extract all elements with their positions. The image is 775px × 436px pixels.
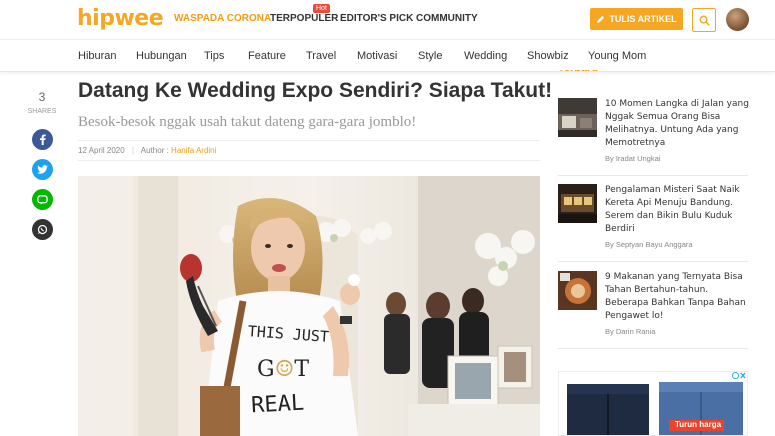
train-thumbnail (558, 184, 597, 223)
category-motivasi[interactable]: Motivasi (357, 50, 397, 62)
svg-text:G☺T: G☺T (257, 357, 309, 382)
sidebar-byline-1: By Iradat Ungkai (605, 154, 661, 163)
meta-divider-bottom (78, 160, 540, 161)
sidebar-byline-3: By Darin Rania (605, 327, 656, 336)
whatsapp-share-button[interactable] (32, 219, 53, 240)
sidebar-divider-3 (558, 348, 748, 349)
nav-editors-pick[interactable]: EDITOR'S PICK (340, 13, 413, 24)
share-label: SHARES (27, 108, 57, 115)
street-thumbnail (558, 98, 597, 137)
sidebar-thumbnail-2[interactable] (558, 184, 597, 223)
pencil-icon (597, 15, 605, 23)
meta-separator: | (131, 146, 135, 155)
user-avatar[interactable] (726, 8, 749, 31)
sidebar-byline-2: By Septyan Bayu Anggara (605, 240, 693, 249)
sidebar-article-title-3[interactable]: 9 Makanan yang Ternyata Bisa Tahan Berta… (605, 271, 750, 323)
meta-divider-top (78, 140, 540, 141)
ad-close-icon[interactable] (732, 371, 746, 382)
sidebar-article-2[interactable]: Pengalaman Misteri Saat Naik Kereta Api … (558, 184, 748, 256)
category-hubungan[interactable]: Hubungan (136, 50, 187, 62)
category-nav: Hiburan Hubungan Tips Feature Travel Mot… (0, 40, 775, 72)
category-young-mom[interactable]: Young Mom (588, 50, 646, 62)
hero-photo: THIS JUST G☺T REAL (78, 176, 540, 436)
sidebar-article-1[interactable]: 10 Momen Langka di Jalan yang Nggak Semu… (558, 98, 750, 170)
hot-badge: Hot (313, 4, 330, 13)
article-hero-image: THIS JUST G☺T REAL (78, 176, 540, 436)
category-wedding[interactable]: Wedding (464, 50, 507, 62)
line-icon (37, 194, 48, 205)
sidebar-divider-1 (558, 175, 748, 176)
article-subtitle: Besok-besok nggak usah takut dateng gara… (78, 114, 417, 130)
nav-community[interactable]: COMMUNITY (416, 13, 478, 24)
article-meta: 12 April 2020 | Author : Hanifa Ardini (78, 146, 216, 155)
article-title: Datang Ke Wedding Expo Sendiri? Siapa Ta… (78, 79, 553, 102)
category-feature[interactable]: Feature (248, 50, 286, 62)
nav-waspada-corona[interactable]: WASPADA CORONA (174, 13, 271, 24)
twitter-icon (37, 165, 48, 174)
facebook-icon (40, 134, 46, 145)
line-share-button[interactable] (32, 189, 53, 210)
sidebar-ad[interactable]: Turun harga (558, 371, 748, 436)
author-label: Author : (140, 146, 169, 155)
sidebar-divider-2 (558, 261, 748, 262)
svg-text:REAL: REAL (251, 391, 305, 419)
adchoices-icon (732, 372, 746, 379)
sidebar-thumbnail-1[interactable] (558, 98, 597, 137)
twitter-share-button[interactable] (32, 159, 53, 180)
share-count: 3 (38, 90, 46, 104)
category-travel[interactable]: Travel (306, 50, 336, 62)
sidebar-thumbnail-3[interactable] (558, 271, 597, 310)
site-logo[interactable]: hipwee (77, 6, 164, 31)
article-author[interactable]: Hanifa Ardini (171, 146, 216, 155)
sidebar-article-title-1[interactable]: 10 Momen Langka di Jalan yang Nggak Semu… (605, 98, 750, 150)
ad-price-label: Turun harga (675, 420, 722, 429)
write-article-label: TULIS ARTIKEL (609, 14, 677, 24)
nav-terpopuler[interactable]: TERPOPULER (270, 13, 338, 24)
article-date: 12 April 2020 (78, 146, 125, 155)
top-header: hipwee WASPADA CORONA TERPOPULER Hot EDI… (0, 0, 775, 40)
food-thumbnail (558, 271, 597, 310)
sidebar-article-title-2[interactable]: Pengalaman Misteri Saat Naik Kereta Api … (605, 184, 750, 236)
category-style[interactable]: Style (418, 50, 442, 62)
search-button[interactable] (692, 8, 716, 32)
whatsapp-icon (37, 224, 48, 235)
write-article-button[interactable]: TULIS ARTIKEL (590, 8, 683, 30)
facebook-share-button[interactable] (32, 129, 53, 150)
category-showbiz[interactable]: Showbiz (527, 50, 569, 62)
search-icon (699, 15, 710, 26)
sidebar-article-3[interactable]: 9 Makanan yang Ternyata Bisa Tahan Berta… (558, 271, 748, 343)
category-tips[interactable]: Tips (204, 50, 224, 62)
category-hiburan[interactable]: Hiburan (78, 50, 117, 62)
